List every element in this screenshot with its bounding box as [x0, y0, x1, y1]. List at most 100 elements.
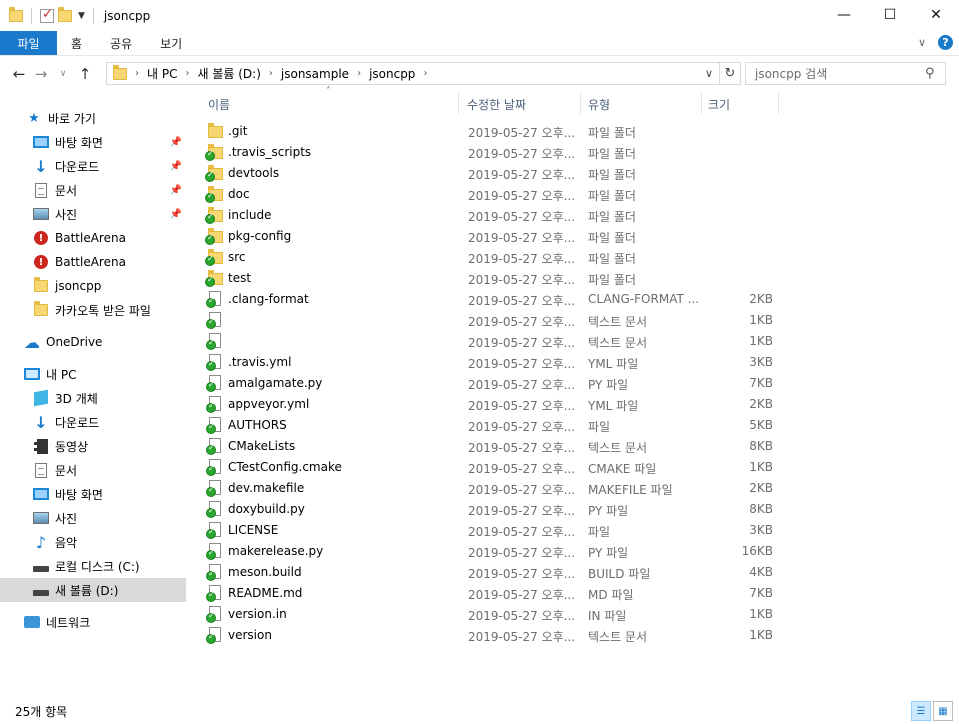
- large-icons-view-icon[interactable]: ▦: [933, 701, 953, 721]
- chevron-right-icon[interactable]: ›: [269, 68, 273, 79]
- table-row[interactable]: dev.makefile 2019-05-27 오후... MAKEFILE 파일 2…: [204, 478, 773, 499]
- properties-icon[interactable]: [40, 7, 54, 23]
- address-bar[interactable]: › 내 PC › 새 볼륨 (D:) › jsonsample › jsoncp…: [106, 62, 741, 85]
- chevron-right-icon[interactable]: ›: [185, 68, 189, 79]
- table-row[interactable]: amalgamate.py 2019-05-27 오후... PY 파일 7KB: [204, 373, 773, 394]
- up-button[interactable]: ↑: [74, 65, 96, 83]
- search-box[interactable]: jsoncpp 검색 ⚲: [745, 62, 946, 85]
- tab-file[interactable]: 파일: [0, 31, 57, 55]
- file-type: 텍스트 문서: [588, 336, 648, 350]
- chevron-right-icon[interactable]: ›: [357, 68, 361, 79]
- sidebar-item-battlearena-2[interactable]: ! BattleArena: [0, 250, 186, 274]
- table-row[interactable]: CTestConfig.cmake 2019-05-27 오후... CMAKE 파…: [204, 457, 773, 478]
- column-date[interactable]: 수정한 날짜: [467, 96, 526, 113]
- chevron-right-icon[interactable]: ›: [135, 68, 139, 79]
- table-row[interactable]: .travis_scripts 2019-05-27 오후... 파일 폴더: [204, 142, 764, 163]
- sidebar-item-battlearena[interactable]: ! BattleArena: [0, 226, 186, 250]
- help-icon[interactable]: ?: [938, 35, 953, 50]
- sync-ok-icon: [206, 464, 216, 476]
- table-row[interactable]: meson.build 2019-05-27 오후... BUILD 파일 4KB: [204, 562, 773, 583]
- details-view-icon[interactable]: ☰: [911, 701, 931, 721]
- back-button[interactable]: ←: [8, 65, 30, 83]
- sidebar-item-music[interactable]: ♪ 음악: [0, 530, 186, 554]
- sidebar-item-network[interactable]: 네트워크: [0, 610, 186, 634]
- table-row[interactable]: .travis.yml 2019-05-27 오후... YML 파일 3KB: [204, 352, 773, 373]
- column-divider[interactable]: [778, 92, 779, 114]
- minimize-button[interactable]: —: [821, 0, 867, 30]
- table-row[interactable]: doc 2019-05-27 오후... 파일 폴더: [204, 184, 764, 205]
- table-row[interactable]: doxybuild.py 2019-05-27 오후... PY 파일 8KB: [204, 499, 773, 520]
- column-type[interactable]: 유형: [588, 96, 610, 113]
- column-divider[interactable]: [458, 92, 459, 114]
- table-row[interactable]: .git 2019-05-27 오후... 파일 폴더: [204, 121, 764, 142]
- column-size[interactable]: 크기: [708, 96, 730, 113]
- tab-view[interactable]: 보기: [146, 31, 196, 55]
- crumb-pc[interactable]: 내 PC: [147, 65, 177, 82]
- sidebar-item-videos[interactable]: 동영상: [0, 434, 186, 458]
- table-row[interactable]: .clang-format 2019-05-27 오후... CLANG-FORMA…: [204, 289, 773, 310]
- table-row[interactable]: 2019-05-27 오후... 텍스트 문서 1KB: [204, 310, 773, 331]
- sidebar-item-downloads[interactable]: ↓ 다운로드 📌: [0, 154, 186, 178]
- crumb-jsoncpp[interactable]: jsoncpp: [369, 67, 415, 81]
- table-row[interactable]: README.md 2019-05-27 오후... MD 파일 7KB: [204, 583, 773, 604]
- table-row[interactable]: 2019-05-27 오후... 텍스트 문서 1KB: [204, 331, 773, 352]
- recent-locations-button[interactable]: ∨: [52, 69, 74, 79]
- sidebar-item-documents[interactable]: 문서 📌: [0, 178, 186, 202]
- sidebar-item-volume-d[interactable]: 새 볼륨 (D:): [0, 578, 186, 602]
- table-row[interactable]: CMakeLists 2019-05-27 오후... 텍스트 문서 8KB: [204, 436, 773, 457]
- file-type: PY 파일: [588, 504, 629, 518]
- table-row[interactable]: version 2019-05-27 오후... 텍스트 문서 1KB: [204, 625, 773, 646]
- close-button[interactable]: ✕: [913, 0, 959, 30]
- sidebar-item-desktop-pc[interactable]: 바탕 화면: [0, 482, 186, 506]
- sidebar-item-this-pc[interactable]: 내 PC: [0, 362, 186, 386]
- sidebar-item-documents-pc[interactable]: 문서: [0, 458, 186, 482]
- crumb-jsonsample[interactable]: jsonsample: [281, 67, 349, 81]
- column-divider[interactable]: [701, 92, 702, 114]
- file-size: 2KB: [749, 397, 773, 411]
- table-row[interactable]: AUTHORS 2019-05-27 오후... 파일 5KB: [204, 415, 773, 436]
- divider: [92, 7, 94, 24]
- new-folder-icon[interactable]: [58, 6, 72, 22]
- sidebar-item-local-disk-c[interactable]: 로컬 디스크 (C:): [0, 554, 186, 578]
- sidebar-item-onedrive[interactable]: ☁ OneDrive: [0, 330, 186, 354]
- sidebar-item-label: 사진: [55, 207, 78, 222]
- sidebar-item-desktop[interactable]: 바탕 화면 📌: [0, 130, 186, 154]
- chevron-right-icon[interactable]: ›: [423, 68, 427, 79]
- table-row[interactable]: test 2019-05-27 오후... 파일 폴더: [204, 268, 764, 289]
- table-row[interactable]: pkg-config 2019-05-27 오후... 파일 폴더: [204, 226, 764, 247]
- maximize-button[interactable]: ☐: [867, 0, 913, 30]
- sidebar-item-quick-access[interactable]: ★ 바로 가기: [0, 106, 186, 130]
- tab-home[interactable]: 홈: [57, 31, 96, 55]
- chevron-down-icon[interactable]: ▼: [78, 11, 85, 21]
- table-row[interactable]: appveyor.yml 2019-05-27 오후... YML 파일 2KB: [204, 394, 773, 415]
- forward-button[interactable]: →: [30, 65, 52, 83]
- file-icon: [206, 480, 221, 497]
- pc-icon: [24, 366, 40, 382]
- table-row[interactable]: LICENSE 2019-05-27 오후... 파일 3KB: [204, 520, 773, 541]
- expand-ribbon-icon[interactable]: ∨: [918, 36, 926, 49]
- tab-share[interactable]: 공유: [96, 31, 146, 55]
- file-name: doxybuild.py: [228, 502, 305, 516]
- address-dropdown-icon[interactable]: ∨: [699, 67, 719, 80]
- crumb-drive[interactable]: 새 볼륨 (D:): [197, 65, 260, 82]
- table-row[interactable]: version.in 2019-05-27 오후... IN 파일 1KB: [204, 604, 773, 625]
- refresh-icon[interactable]: ↻: [720, 66, 740, 81]
- file-type: 파일 폴더: [588, 126, 636, 140]
- search-input[interactable]: jsoncpp 검색: [755, 65, 925, 82]
- search-icon[interactable]: ⚲: [925, 66, 945, 81]
- sync-ok-icon: [206, 401, 216, 413]
- sidebar-item-pictures-pc[interactable]: 사진: [0, 506, 186, 530]
- sidebar-item-3d-objects[interactable]: 3D 개체: [0, 386, 186, 410]
- sidebar-item-pictures[interactable]: 사진 📌: [0, 202, 186, 226]
- table-row[interactable]: devtools 2019-05-27 오후... 파일 폴더: [204, 163, 764, 184]
- sidebar-item-downloads-pc[interactable]: ↓ 다운로드: [0, 410, 186, 434]
- table-row[interactable]: makerelease.py 2019-05-27 오후... PY 파일 16KB: [204, 541, 773, 562]
- sidebar-item-jsoncpp[interactable]: jsoncpp: [0, 274, 186, 298]
- column-divider[interactable]: [580, 92, 581, 114]
- sidebar-item-kakaotalk[interactable]: 카카오톡 받은 파일: [0, 298, 186, 322]
- file-name: version: [228, 628, 272, 642]
- table-row[interactable]: include 2019-05-27 오후... 파일 폴더: [204, 205, 764, 226]
- file-date: 2019-05-27 오후...: [468, 210, 576, 224]
- column-name[interactable]: 이름: [208, 96, 230, 113]
- table-row[interactable]: src 2019-05-27 오후... 파일 폴더: [204, 247, 764, 268]
